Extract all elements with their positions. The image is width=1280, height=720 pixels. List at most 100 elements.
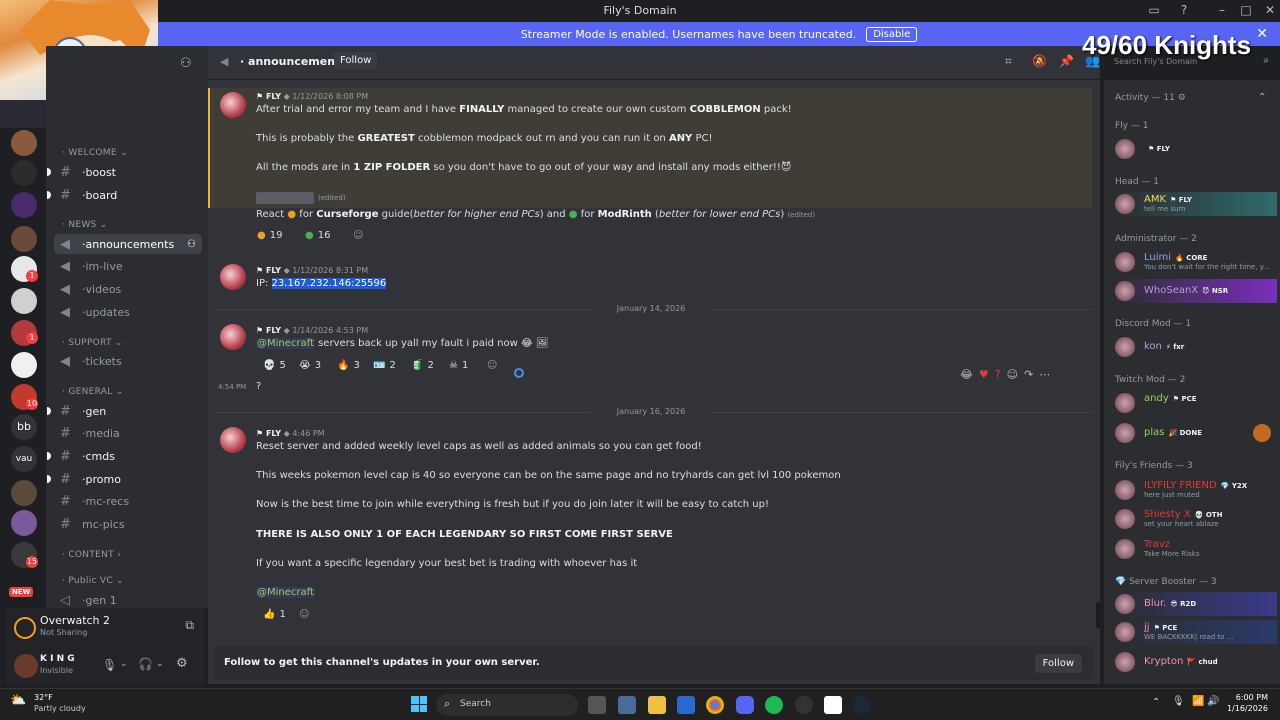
member-item[interactable]: Travz Take More Risks <box>1115 537 1277 561</box>
channel-tickets[interactable]: ◀ · tickets <box>54 351 202 371</box>
member-item[interactable]: jj ⚑ PCE WE BACKKKKK| road to ... <box>1115 620 1277 644</box>
channel-mc-recs[interactable]: # · mc-recs <box>54 491 202 511</box>
channel-updates[interactable]: ◀ · updates <box>54 302 202 322</box>
maximize-button[interactable]: □ <box>1236 3 1256 17</box>
category-support[interactable]: · SUPPORT ⌄ <box>62 338 123 348</box>
channel-announcements[interactable]: ◀ · announcements ⚇ <box>54 234 202 254</box>
member-item[interactable]: Blur. 😎 R2D <box>1115 592 1277 616</box>
store-icon[interactable] <box>677 696 695 714</box>
channel-promo[interactable]: # · promo <box>54 469 202 489</box>
channel-videos[interactable]: ◀ · videos <box>54 279 202 299</box>
server-icon[interactable] <box>11 226 37 252</box>
more-icon[interactable]: ⋯ <box>1039 368 1050 381</box>
server-icon[interactable] <box>11 510 37 536</box>
avatar[interactable] <box>220 324 246 350</box>
threads-icon[interactable]: ⌗ <box>1005 54 1012 69</box>
collapse-icon[interactable]: ⌃ <box>1258 92 1266 103</box>
reaction[interactable]: ☠ 1 <box>444 356 473 374</box>
server-icon[interactable] <box>11 160 37 186</box>
add-reaction-button[interactable]: ☺ <box>348 226 368 244</box>
server-icon-vau[interactable]: vau <box>11 446 37 472</box>
channel-gen[interactable]: # · gen <box>54 401 202 421</box>
minimize-button[interactable]: – <box>1212 3 1232 17</box>
activity-header[interactable]: Activity — 11 ⚙ <box>1115 93 1186 103</box>
reaction-modrinth[interactable]: ● 16 <box>300 226 335 244</box>
reaction-curseforge[interactable]: ● 19 <box>252 226 287 244</box>
reaction[interactable]: 💀 5 <box>258 356 291 374</box>
scrollbar-thumb[interactable] <box>1096 602 1100 628</box>
avatar[interactable] <box>220 264 246 290</box>
category-general[interactable]: · GENERAL ⌄ <box>62 387 124 397</box>
channel-boost[interactable]: # · boost <box>54 162 202 182</box>
add-reaction-icon[interactable]: ☺ <box>1007 368 1018 381</box>
microphone-icon[interactable]: 🎙 <box>102 658 117 672</box>
clock-time[interactable]: 6:00 PM <box>1230 693 1268 702</box>
file-explorer-icon[interactable] <box>588 696 606 714</box>
reaction[interactable]: 🧃 2 <box>406 356 439 374</box>
channel-board[interactable]: # · board <box>54 185 202 205</box>
close-window-button[interactable]: ✕ <box>1260 3 1280 17</box>
share-screen-icon[interactable]: ⧉ <box>185 618 194 633</box>
disable-button[interactable]: Disable <box>866 26 918 42</box>
ip-address[interactable]: 23.167.232.146:25596 <box>271 278 387 289</box>
role-mention[interactable]: @Minecraft <box>256 338 315 349</box>
reaction[interactable]: 😭 3 <box>294 356 326 374</box>
heart-icon[interactable]: ♥ <box>979 368 989 381</box>
member-item[interactable]: Krypton 🚩 chud <box>1115 650 1277 674</box>
server-icon[interactable] <box>11 480 37 506</box>
emoji-joy-icon[interactable]: 😂 <box>960 368 973 381</box>
chevron-down-icon[interactable]: ⌄ <box>156 659 164 669</box>
app-icon[interactable] <box>795 696 813 714</box>
taskbar-search-input[interactable]: ⌕ Search <box>436 694 578 716</box>
role-mention[interactable]: @Minecraft <box>256 587 315 598</box>
category-welcome[interactable]: · WELCOME ⌄ <box>62 148 128 158</box>
server-icon[interactable] <box>11 352 37 378</box>
member-item[interactable]: ⚑ FLY <box>1115 137 1277 161</box>
spotify-icon[interactable] <box>765 696 783 714</box>
category-content[interactable]: · CONTENT › <box>62 550 121 560</box>
channel-media[interactable]: # · media <box>54 423 202 443</box>
reaction[interactable]: 👍 1 <box>258 605 291 623</box>
member-item[interactable]: plas 🎉 DONE <box>1115 421 1277 445</box>
capcut-icon[interactable] <box>824 696 842 714</box>
avatar[interactable] <box>220 427 246 453</box>
discord-icon[interactable] <box>736 696 754 714</box>
voice-channel-gen-1[interactable]: ◁ · gen 1 <box>54 590 202 610</box>
forward-icon[interactable]: ↷ <box>1024 368 1033 381</box>
add-reaction-button[interactable]: ☺ <box>294 605 314 623</box>
help-icon[interactable]: ? <box>1174 3 1194 17</box>
category-news[interactable]: · NEWS ⌄ <box>62 220 108 230</box>
clock-date[interactable]: 1/16/2026 <box>1222 704 1268 713</box>
invite-icon[interactable]: ⚇ <box>187 239 196 250</box>
mic-tray-icon[interactable]: 🎙 <box>1172 696 1185 707</box>
avatar[interactable] <box>14 654 38 678</box>
chevron-up-icon[interactable]: ⌃ <box>1152 697 1160 708</box>
member-item[interactable]: Shiesty X 💀 OTH set your heart ablaze <box>1115 507 1277 531</box>
member-item[interactable]: kon ⚡ fxr <box>1115 335 1277 359</box>
follow-header-button[interactable]: Follow <box>334 52 378 69</box>
wifi-icon[interactable]: 📶 <box>1192 696 1204 707</box>
windows-start-icon[interactable] <box>411 696 427 712</box>
member-item[interactable]: Luimi 🔥 CORE You don't wait for the right … <box>1115 250 1277 274</box>
add-reaction-button[interactable]: ☺ <box>482 356 502 374</box>
channel-cmds[interactable]: # · cmds <box>54 446 202 466</box>
server-icon-bb[interactable]: bb <box>11 414 37 440</box>
member-item[interactable]: WhoSeanX 😈 NSR <box>1115 279 1277 303</box>
reaction[interactable]: 🪪 2 <box>368 356 401 374</box>
inbox-icon[interactable]: ▭ <box>1144 3 1164 17</box>
reaction[interactable]: 🔥 3 <box>332 356 365 374</box>
settings-icon[interactable] <box>618 696 636 714</box>
category-public-vc[interactable]: · Public VC ⌄ <box>62 576 124 586</box>
folder-icon[interactable] <box>648 696 666 714</box>
add-member-icon[interactable]: ⚇ <box>180 56 192 71</box>
server-icon[interactable] <box>11 192 37 218</box>
headphones-icon[interactable]: 🎧 <box>138 657 153 671</box>
chrome-icon[interactable] <box>706 696 724 714</box>
server-icon[interactable] <box>11 130 37 156</box>
gear-icon[interactable]: ⚙ <box>176 656 188 671</box>
spoiler-block[interactable] <box>256 192 314 204</box>
close-banner-icon[interactable]: ✕ <box>1256 26 1268 42</box>
server-icon[interactable] <box>11 288 37 314</box>
channel-mc-pics[interactable]: # mc-pics <box>54 514 202 534</box>
chevron-down-icon[interactable]: ⌄ <box>120 659 128 669</box>
